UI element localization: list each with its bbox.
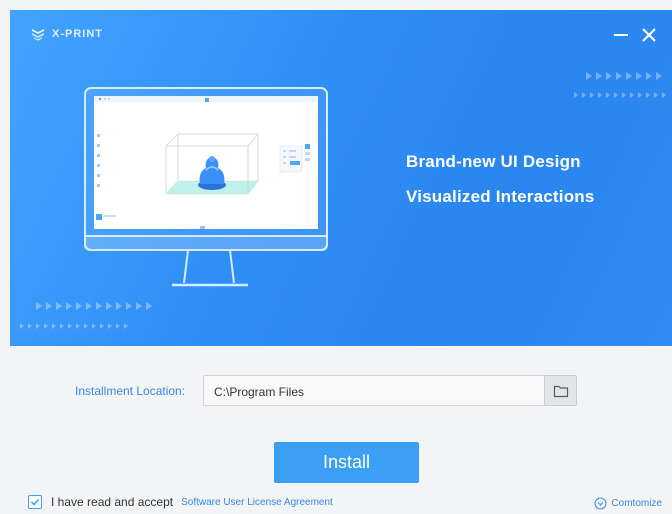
- agree-checkbox[interactable]: [28, 495, 42, 509]
- license-agreement: I have read and accept Software User Lic…: [28, 495, 333, 509]
- monitor-3d-print-illustration: [84, 87, 328, 287]
- install-location-label: Installment Location:: [75, 384, 186, 398]
- xprint-logo-icon: [32, 29, 44, 41]
- customize-button[interactable]: Comtomize: [594, 497, 662, 510]
- decorative-chevrons: [586, 72, 662, 80]
- install-location-value: C:\Program Files: [214, 385, 305, 399]
- license-agreement-link[interactable]: Software User License Agreement: [181, 497, 333, 508]
- agree-text: I have read and accept: [51, 495, 174, 509]
- folder-icon: [553, 385, 568, 397]
- hero-banner: X-PRINT Brand-new UI Design Visualized I…: [10, 10, 672, 346]
- chevron-down-circle-icon: [594, 497, 607, 510]
- brand-name: X-PRINT: [52, 28, 103, 40]
- installer-window: X-PRINT Brand-new UI Design Visualized I…: [0, 0, 672, 514]
- brand: X-PRINT: [30, 26, 103, 42]
- install-panel: Installment Location: C:\Program Files I…: [0, 346, 672, 514]
- close-icon: [642, 28, 656, 42]
- decorative-chevrons: [574, 92, 666, 98]
- customize-label: Comtomize: [611, 498, 662, 509]
- browse-folder-button[interactable]: [544, 375, 577, 406]
- minimize-icon: [614, 34, 628, 36]
- hero-headline-1: Brand-new UI Design: [406, 152, 581, 171]
- install-button[interactable]: Install: [274, 442, 419, 483]
- checkmark-icon: [30, 498, 40, 506]
- decorative-chevrons: [36, 302, 152, 310]
- decorative-chevrons: [20, 323, 128, 329]
- close-button[interactable]: [636, 22, 662, 48]
- install-location-input[interactable]: C:\Program Files: [203, 375, 544, 406]
- hero-headline-2: Visualized Interactions: [406, 187, 595, 206]
- minimize-button[interactable]: [608, 22, 634, 48]
